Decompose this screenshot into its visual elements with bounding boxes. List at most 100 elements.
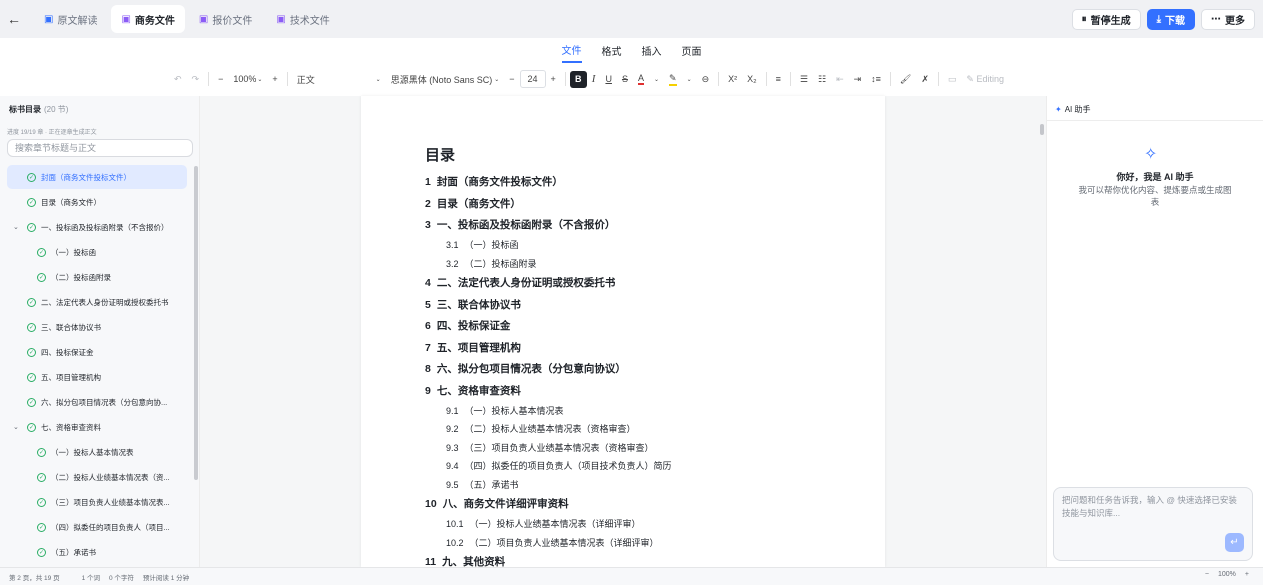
outline-item[interactable]: ✓ 六、拟分包项目情况表（分包意向协... (0, 390, 167, 414)
menu-2[interactable]: 格式 (602, 39, 622, 62)
toc-entry[interactable]: 10.2 （二）项目负责人业绩基本情况表（详细评审） (446, 536, 659, 549)
toc-entry[interactable]: 7 五、项目管理机构 (425, 340, 521, 355)
bold-icon[interactable]: B (569, 70, 587, 88)
menu-1[interactable]: 文件 (561, 38, 582, 63)
outline-item[interactable]: ⌄ ✓ 七、资格审查资料 (0, 415, 101, 439)
outline-item[interactable]: ✓ （二）投标人业绩基本情况表（资... (0, 465, 170, 489)
font-family-select[interactable]: 思源黑体 (Noto Sans SC) ⌄ (391, 73, 500, 86)
chevron-down-icon[interactable]: ⌄ (687, 76, 692, 83)
toc-entry[interactable]: 8 六、拟分包项目情况表（分包意向协议） (425, 361, 626, 376)
highlight-icon[interactable]: ✎ (669, 73, 677, 86)
outline-item[interactable]: ✓ 五、项目管理机构 (0, 365, 101, 389)
toc-entry[interactable]: 5 三、联合体协议书 (425, 297, 521, 312)
zoom-out-icon[interactable]: − (1205, 571, 1209, 578)
comment-icon[interactable]: ▭ (948, 74, 957, 85)
strikethrough-icon[interactable]: S (622, 74, 628, 84)
zoom-out-icon[interactable]: − (218, 74, 223, 84)
toc-text: 五、项目管理机构 (436, 341, 521, 354)
toc-entry[interactable]: 10.1 （一）投标人业绩基本情况表（详细评审） (446, 517, 641, 530)
outline-item[interactable]: ✓ （三）项目负责人业绩基本情况表... (0, 490, 170, 514)
align-icon[interactable]: ≡ (776, 74, 781, 84)
pause-generation-button[interactable]: ⏸ 暂停生成 (1071, 9, 1141, 30)
font-size-input[interactable]: 24 (519, 70, 546, 88)
chevron-down-icon[interactable]: ⌄ (654, 76, 659, 83)
toc-text: （一）投标函 (464, 240, 519, 250)
font-size-decrease-icon[interactable]: − (509, 74, 514, 84)
redo-icon[interactable]: ↷ (192, 74, 200, 85)
undo-icon[interactable]: ↶ (174, 74, 182, 85)
text-color-icon[interactable]: A (637, 73, 644, 85)
zoom-in-icon[interactable]: + (1245, 571, 1249, 578)
toc-entry[interactable]: 9.2 （二）投标人业绩基本情况表（资格审查） (446, 422, 636, 435)
divider (765, 72, 767, 86)
more-button[interactable]: ⋯ 更多 (1201, 9, 1255, 30)
document-page[interactable]: 目录 1 封面（商务文件投标文件） 2 目录（商务文件） 3 一、投标函及投标函附录（不含… (361, 96, 885, 568)
toc-entry[interactable]: 9.4 （四）拟委任的项目负责人（项目技术负责人）简历 (446, 459, 672, 472)
toc-text: 封面（商务文件投标文件） (436, 176, 563, 188)
outline-item[interactable]: ✓ （四）拟委任的项目负责人（项目... (0, 515, 170, 539)
link-icon[interactable]: ⊖ (702, 74, 710, 85)
outline-item[interactable]: ✓ 目录（商务文件） (0, 190, 101, 214)
chat-input[interactable]: 把问题和任务告诉我，输入 @ 快速选择已安装技能与知识库... ↵ (1053, 487, 1253, 561)
line-height-icon[interactable]: ↕≡ (871, 74, 881, 84)
outline-item[interactable]: ✓ 二、法定代表人身份证明或授权委托书 (0, 290, 169, 314)
toc-entry[interactable]: 2 目录（商务文件） (425, 196, 521, 211)
outline-item-label: 二、法定代表人身份证明或授权委托书 (41, 297, 169, 307)
outline-item[interactable]: ⌄ ✓ 一、投标函及投标函附录（不含报价） (0, 215, 169, 239)
subscript-icon[interactable]: X₂ (747, 74, 757, 84)
outline-item[interactable]: ✓ 四、投标保证金 (0, 340, 94, 364)
paragraph-style-select[interactable]: 正文 ⌄ (297, 73, 381, 86)
chevron-down-icon: ⌄ (375, 76, 381, 83)
menu-4[interactable]: 页面 (682, 39, 702, 62)
zoom-in-icon[interactable]: + (272, 74, 277, 84)
send-icon[interactable]: ↵ (1225, 533, 1244, 552)
format-painter-icon[interactable]: 🖌 (900, 74, 911, 85)
toc-number: 10 (425, 498, 437, 510)
font-size-increase-icon[interactable]: + (551, 74, 556, 84)
bullet-list-icon[interactable]: ☰ (800, 74, 808, 85)
chevron-down-icon[interactable]: ⌄ (13, 423, 19, 431)
outline-scrollbar[interactable] (194, 166, 198, 480)
tab-2[interactable]: ▣ 商务文件 (111, 5, 185, 33)
toc-entry[interactable]: 4 二、法定代表人身份证明或授权委托书 (425, 275, 615, 290)
outline-item[interactable]: ✓ 封面（商务文件投标文件） (7, 165, 187, 189)
zoom-level[interactable]: 100% ⌄ (233, 74, 262, 84)
outline-item[interactable]: ✓ 三、联合体协议书 (0, 315, 101, 339)
tab-1[interactable]: ▣ 原文解读 (34, 5, 107, 33)
toc-entry[interactable]: 9.3 （三）项目负责人业绩基本情况表（资格审查） (446, 441, 654, 454)
toc-entry[interactable]: 9 七、资格审查资料 (425, 383, 521, 398)
outdent-icon[interactable]: ⇤ (836, 74, 844, 85)
numbered-list-icon[interactable]: ☷ (818, 74, 826, 85)
chevron-down-icon[interactable]: ⌄ (13, 223, 19, 231)
editing-mode-select[interactable]: ✎ Editing (966, 74, 1004, 85)
toc-entry[interactable]: 3 一、投标函及投标函附录（不含报价） (425, 217, 615, 232)
toc-entry[interactable]: 3.1 （一）投标函 (446, 238, 519, 251)
outline-item[interactable]: ✓ （五）承诺书 (0, 540, 96, 564)
toc-entry[interactable]: 1 封面（商务文件投标文件） (425, 174, 563, 189)
toc-entry[interactable]: 9.5 （五）承诺书 (446, 478, 519, 491)
back-icon[interactable]: ← (0, 11, 28, 27)
document-icon: ▣ (121, 13, 131, 25)
underline-icon[interactable]: U (605, 74, 612, 84)
toc-entry[interactable]: 10 八、商务文件详细评审资料 (425, 496, 569, 511)
document-icon: ▣ (276, 13, 286, 25)
toc-entry[interactable]: 6 四、投标保证金 (425, 318, 510, 333)
outline-item[interactable]: ✓ （一）投标函 (0, 240, 96, 264)
toc-text: （二）投标人业绩基本情况表（资格审查） (464, 424, 636, 434)
outline-panel: 标书目录 (20 节) 进度 19/19 章 · 正在逐章生成正文 搜索章节标题与… (0, 96, 200, 567)
superscript-icon[interactable]: X² (728, 74, 737, 84)
outline-item[interactable]: ✓ （二）投标函附录 (0, 265, 111, 289)
toc-text: 七、资格审查资料 (436, 384, 521, 397)
italic-icon[interactable]: I (592, 73, 596, 85)
tab-4[interactable]: ▣ 技术文件 (266, 5, 339, 33)
clear-format-icon[interactable]: ✗ (921, 74, 929, 85)
outline-item[interactable]: ✓ （一）投标人基本情况表 (0, 440, 134, 464)
outline-search-input[interactable]: 搜索章节标题与正文 (7, 139, 193, 157)
toc-entry[interactable]: 9.1 （一）投标人基本情况表 (446, 404, 564, 417)
indent-icon[interactable]: ⇥ (854, 74, 862, 85)
toc-entry[interactable]: 3.2 （二）投标函附录 (446, 257, 537, 270)
download-button[interactable]: ⤓ 下载 (1146, 9, 1195, 30)
tab-3[interactable]: ▣ 报价文件 (189, 5, 262, 33)
editor-scrollbar[interactable] (1040, 124, 1044, 135)
menu-3[interactable]: 插入 (642, 39, 662, 62)
